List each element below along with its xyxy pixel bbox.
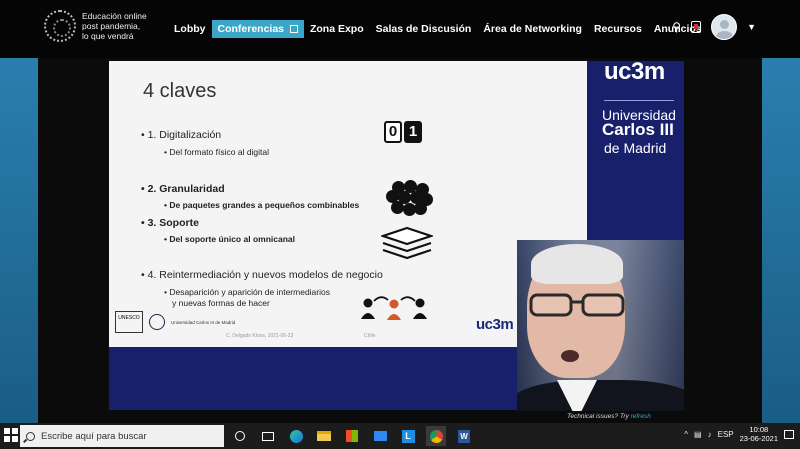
slide-subpoint-1: • Del formato físico al digital xyxy=(164,147,270,157)
system-tray: ^ ▤ ♪ ESP 10:08 23-06-2021 xyxy=(684,425,794,443)
event-title-line-1: Educación online xyxy=(82,11,147,21)
speaker-hair xyxy=(531,244,623,284)
left-background-panel xyxy=(0,58,38,423)
chrome-browser-icon[interactable] xyxy=(426,426,446,446)
slide-point-1-label: 1. Digitalización xyxy=(147,129,222,141)
event-logo-icon xyxy=(44,10,76,42)
windows-taskbar: Escribe aquí para buscar L W ^ ▤ ♪ ESP 1… xyxy=(0,423,800,449)
slide-subpoint-4-continued: y nuevas formas de hacer xyxy=(172,298,270,308)
main-nav: Lobby Conferencias Zona Expo Salas de Di… xyxy=(168,20,708,38)
app-window: Educación online post pandemia, lo que v… xyxy=(0,0,800,449)
slide-point-1: • 1. Digitalización xyxy=(141,129,222,141)
event-title-line-3: lo que vendrá xyxy=(82,31,134,41)
task-view-icon[interactable] xyxy=(258,426,278,446)
slide-point-4: • 4. Reintermediación y nuevos modelos d… xyxy=(141,269,383,281)
clock-date: 23-06-2021 xyxy=(739,434,778,443)
technical-issues-notice: Technical issues? Try refresh xyxy=(567,413,651,420)
slide-subpoint-2: • De paquetes grandes a pequeños combina… xyxy=(164,200,360,210)
unesco-logo: UNESCO xyxy=(115,311,143,333)
slide-point-3-label: 3. Soporte xyxy=(147,217,199,229)
nav-lobby[interactable]: Lobby xyxy=(168,21,212,37)
university-name-line-3: de Madrid xyxy=(604,140,667,156)
university-name-line-2: Carlos III xyxy=(602,120,674,139)
network-icon[interactable]: ▤ xyxy=(694,430,702,439)
slide-subpoint-2-text: De paquetes grandes a pequeños combinabl… xyxy=(169,200,360,210)
nav-salas-discusion[interactable]: Salas de Discusión xyxy=(370,21,478,37)
speaker-jacket xyxy=(517,380,684,411)
input-language[interactable]: ESP xyxy=(718,430,734,439)
slide-footer-location: Chile xyxy=(364,333,376,339)
store-icon[interactable] xyxy=(342,426,362,446)
slide-point-2-label: 2. Granularidad xyxy=(147,183,225,195)
speaker-glasses xyxy=(529,293,625,317)
slide-point-2: • 2. Granularidad xyxy=(141,183,225,195)
event-title: Educación online post pandemia, lo que v… xyxy=(82,11,160,41)
taskbar-pinned-apps: L W xyxy=(230,426,474,446)
refresh-link[interactable]: refresh xyxy=(631,413,651,420)
cortana-circle-icon[interactable] xyxy=(230,426,250,446)
edge-browser-icon[interactable] xyxy=(286,426,306,446)
word-icon[interactable]: W xyxy=(454,426,474,446)
top-navigation-bar: Educación online post pandemia, lo que v… xyxy=(0,0,800,58)
uc3m-logo: uc3m xyxy=(604,58,665,85)
slide-subpoint-4: • Desaparición y aparición de intermedia… xyxy=(164,287,330,297)
event-brand[interactable]: Educación online post pandemia, lo que v… xyxy=(44,10,160,42)
notifications-icon[interactable] xyxy=(784,429,794,439)
taskbar-clock[interactable]: 10:08 23-06-2021 xyxy=(740,425,778,443)
slide-subpoint-4-text: Desaparición y aparición de intermediari… xyxy=(169,287,330,297)
event-title-line-2: post pandemia, xyxy=(82,21,141,31)
uc3m-small-logo: uc3m xyxy=(476,316,514,333)
partner-seal-icon xyxy=(149,314,165,330)
chevron-down-icon[interactable]: ▼ xyxy=(747,22,756,32)
intermediaries-icon xyxy=(361,296,427,320)
slide-point-3: • 3. Soporte xyxy=(141,217,199,229)
ucc-logo-text: Universidad Carlos III de Madrid xyxy=(171,319,236,325)
slide-subpoint-3: • Del soporte único al omnicanal xyxy=(164,234,295,244)
speaker-webcam xyxy=(517,240,684,411)
brand-divider xyxy=(604,100,674,101)
binary-digit-0: 0 xyxy=(384,121,402,143)
layers-icon xyxy=(381,226,433,260)
taskbar-search-placeholder: Escribe aquí para buscar xyxy=(41,430,147,442)
nav-networking[interactable]: Área de Networking xyxy=(477,21,588,37)
file-explorer-icon[interactable] xyxy=(314,426,334,446)
calendar-icon xyxy=(289,25,298,34)
app-l-icon[interactable]: L xyxy=(398,426,418,446)
right-background-panel xyxy=(762,58,800,423)
clock-time: 10:08 xyxy=(749,425,769,434)
slide-subpoint-3-text: Del soporte único al omnicanal xyxy=(169,234,295,244)
tray-chevron-up-icon[interactable]: ^ xyxy=(684,430,688,439)
slide-subpoint-1-text: Del formato físico al digital xyxy=(169,147,270,157)
slide-title: 4 claves xyxy=(143,80,217,102)
granules-icon xyxy=(383,180,433,218)
taskbar-search-box[interactable]: Escribe aquí para buscar xyxy=(20,425,224,447)
search-icon xyxy=(26,431,35,441)
slide-point-4-label: 4. Reintermediación y nuevos modelos de … xyxy=(147,269,383,281)
nav-right-tools: ⚲ ▼ xyxy=(672,14,756,40)
binary-digit-1: 1 xyxy=(404,121,422,143)
nav-zona-expo[interactable]: Zona Expo xyxy=(304,21,370,37)
language-flag-icon[interactable] xyxy=(691,21,702,33)
photos-icon[interactable] xyxy=(370,426,390,446)
user-avatar[interactable] xyxy=(711,14,738,40)
slide-partner-logos: UNESCO Universidad Carlos III de Madrid xyxy=(115,311,235,333)
technical-issues-text: Technical issues? Try xyxy=(567,413,629,420)
search-icon[interactable]: ⚲ xyxy=(672,20,681,34)
windows-start-icon[interactable] xyxy=(4,428,18,442)
nav-recursos[interactable]: Recursos xyxy=(588,21,648,37)
nav-conferencias-label: Conferencias xyxy=(217,23,285,35)
volume-icon[interactable]: ♪ xyxy=(708,430,712,439)
binary-digits-icon: 0 1 xyxy=(384,121,422,143)
unesco-logo-text: UNESCO xyxy=(118,315,140,321)
speaker-mouth xyxy=(561,350,579,362)
nav-conferencias[interactable]: Conferencias xyxy=(211,20,304,38)
slide-footer-author: C. Delgado Kloos, 2021-06-23 xyxy=(226,333,294,339)
